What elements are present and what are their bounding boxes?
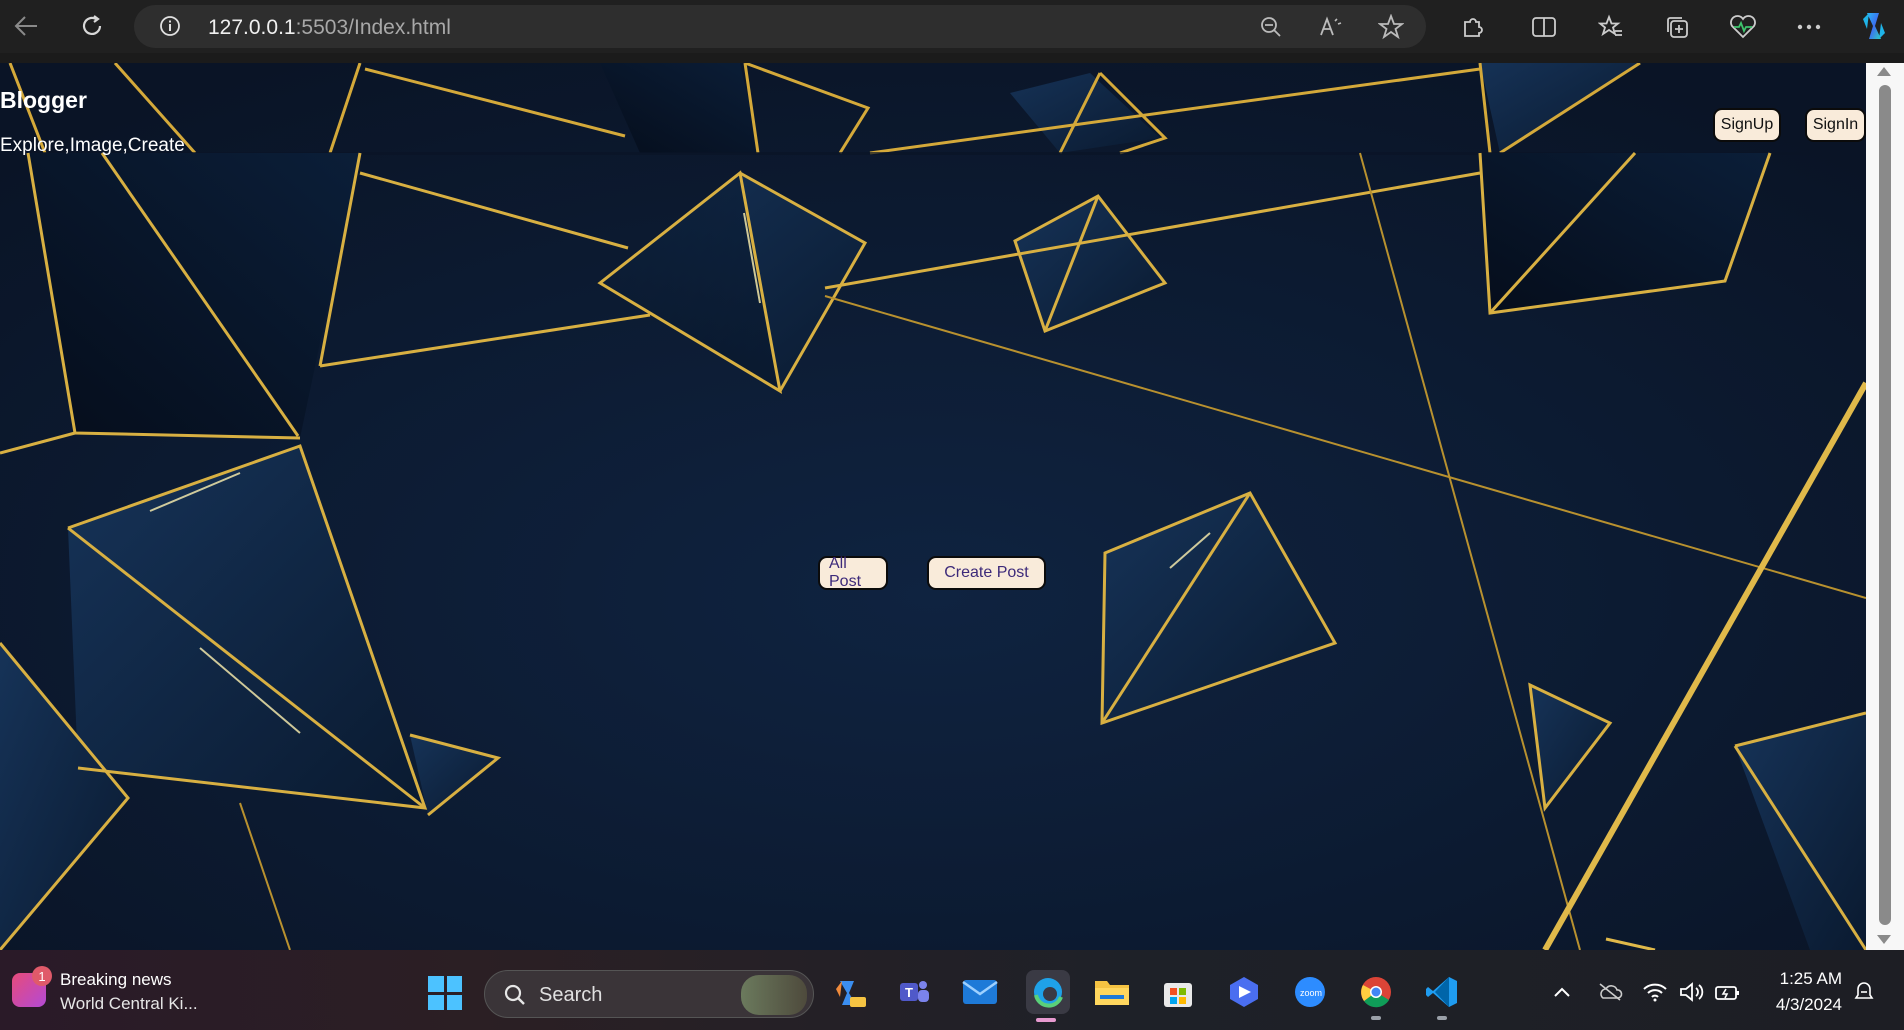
all-post-button[interactable]: All Post <box>818 555 888 590</box>
clock-time[interactable]: 1:25 AM <box>1772 969 1842 989</box>
back-icon[interactable] <box>10 10 42 42</box>
site-info-icon[interactable] <box>158 14 182 38</box>
scroll-down-arrow-icon[interactable] <box>1877 935 1891 944</box>
vscode-app-icon[interactable] <box>1422 972 1462 1020</box>
scroll-thumb[interactable] <box>1879 85 1891 925</box>
search-icon <box>504 984 525 1005</box>
create-post-button[interactable]: Create Post <box>927 556 1046 590</box>
signup-button[interactable]: SignUp <box>1713 108 1781 142</box>
chrome-app-icon[interactable] <box>1356 972 1396 1020</box>
browser-toolbar: 127.0.0.1:5503/Index.html <box>0 0 1904 53</box>
favorites-icon[interactable] <box>1596 12 1626 42</box>
site-tagline: Explore,Image,Create <box>0 135 185 156</box>
svg-text:zoom: zoom <box>1300 988 1322 998</box>
refresh-icon[interactable] <box>76 10 108 42</box>
notifications-icon[interactable] <box>1850 978 1878 1006</box>
search-highlight-image <box>741 975 807 1015</box>
site-header: Blogger Explore,Image,Create SignUp Sign… <box>0 63 1866 184</box>
news-title: Breaking news <box>60 970 172 989</box>
browser-essentials-icon[interactable] <box>1728 12 1758 42</box>
edge-active-indicator <box>1036 1018 1056 1022</box>
background-art <box>0 63 1866 950</box>
zoom-app-icon[interactable]: zoom <box>1290 972 1330 1012</box>
windows-taskbar: 1 Breaking news World Central Ki... Sear… <box>0 950 1904 1030</box>
battery-icon[interactable] <box>1713 978 1741 1006</box>
page-viewport: Blogger Explore,Image,Create SignUp Sign… <box>0 63 1866 950</box>
wifi-icon[interactable] <box>1641 978 1669 1006</box>
more-options-icon[interactable] <box>1794 12 1824 42</box>
collections-icon[interactable] <box>1662 12 1692 42</box>
copilot-pre-app-icon[interactable] <box>829 972 869 1012</box>
taskbar-search[interactable]: Search <box>484 970 814 1018</box>
vscode-running-indicator <box>1437 1016 1447 1020</box>
start-windows-icon[interactable] <box>428 976 462 1010</box>
clock-date[interactable]: 4/3/2024 <box>1762 995 1842 1015</box>
read-aloud-icon[interactable] <box>1318 14 1344 40</box>
file-explorer-icon[interactable] <box>1092 972 1132 1012</box>
favorite-star-icon[interactable] <box>1378 14 1404 40</box>
news-widget[interactable]: 1 Breaking news World Central Ki... <box>12 966 232 1018</box>
page-scrollbar[interactable] <box>1866 63 1904 950</box>
edge-app-icon[interactable] <box>1026 970 1070 1022</box>
extensions-icon[interactable] <box>1457 12 1487 42</box>
split-screen-icon[interactable] <box>1529 12 1559 42</box>
chrome-running-indicator <box>1371 1016 1381 1020</box>
news-badge: 1 <box>32 966 52 986</box>
volume-icon[interactable] <box>1677 978 1705 1006</box>
power-automate-icon[interactable] <box>1224 972 1264 1012</box>
onedrive-icon[interactable] <box>1596 978 1624 1006</box>
teams-app-icon[interactable]: T <box>894 972 934 1012</box>
url-text[interactable]: 127.0.0.1:5503/Index.html <box>208 16 451 40</box>
zoom-out-icon[interactable] <box>1258 14 1284 40</box>
scroll-up-arrow-icon[interactable] <box>1877 67 1891 76</box>
address-bar[interactable]: 127.0.0.1:5503/Index.html <box>134 5 1426 48</box>
url-path: :5503/Index.html <box>295 16 451 39</box>
show-hidden-icons-chevron-icon[interactable] <box>1548 978 1576 1006</box>
svg-text:T: T <box>905 985 913 1000</box>
url-host: 127.0.0.1 <box>208 16 296 39</box>
search-label: Search <box>539 984 603 1006</box>
signin-button[interactable]: SignIn <box>1805 108 1866 142</box>
news-subtitle: World Central Ki... <box>60 994 198 1013</box>
site-brand: Blogger <box>0 87 87 113</box>
copilot-icon[interactable] <box>1856 8 1892 44</box>
microsoft-store-icon[interactable] <box>1158 972 1198 1012</box>
mail-app-icon[interactable] <box>960 972 1000 1012</box>
